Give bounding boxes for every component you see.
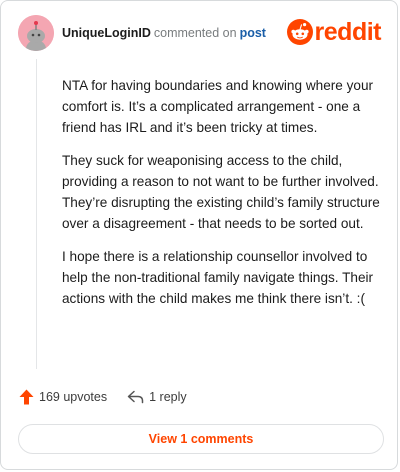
upvote-button[interactable]: 169 upvotes	[19, 389, 107, 405]
avatar[interactable]	[18, 15, 54, 51]
comment-meta: UniqueLoginID commented on post	[62, 26, 266, 40]
comment-paragraph: I hope there is a relationship counsello…	[62, 249, 374, 306]
comment-actions: 169 upvotes 1 reply	[19, 389, 187, 405]
reddit-snoo-icon	[286, 19, 313, 45]
reply-arrow-icon	[127, 390, 144, 404]
comment-card: UniqueLoginID commented on post reddit NTA…	[0, 0, 398, 470]
comment-paragraph: NTA for having boundaries and knowing wh…	[62, 78, 374, 135]
view-comments-button[interactable]: View 1 comments	[18, 424, 384, 454]
comment-paragraph: They suck for weaponising access to the …	[62, 153, 380, 231]
reply-count: 1 reply	[149, 390, 187, 404]
comment-body: NTA for having boundaries and knowing wh…	[62, 75, 380, 321]
comment-header: UniqueLoginID commented on post	[18, 15, 266, 51]
upvote-arrow-icon	[19, 389, 34, 405]
reply-button[interactable]: 1 reply	[127, 390, 187, 404]
reddit-logo[interactable]: reddit	[286, 17, 382, 46]
thread-line[interactable]	[36, 59, 37, 369]
post-link[interactable]: post	[240, 26, 266, 40]
reddit-wordmark: reddit	[314, 17, 382, 46]
snoo-avatar-icon	[18, 15, 54, 51]
commented-text: commented on	[153, 26, 237, 40]
username[interactable]: UniqueLoginID	[62, 26, 151, 40]
upvote-count: 169 upvotes	[39, 390, 108, 404]
